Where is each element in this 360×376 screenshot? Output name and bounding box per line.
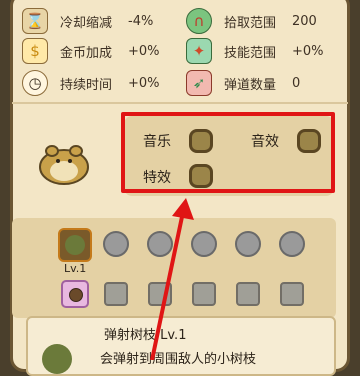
music-label: 音乐 (143, 134, 171, 150)
stat-gold: $ 金币加成 +0% (22, 38, 160, 64)
stat-value: +0% (128, 43, 160, 59)
stat-value: +0% (128, 75, 160, 91)
branch-weapon-icon (65, 235, 85, 255)
stat-label: 持续时间 (60, 77, 113, 93)
effects-label: 特效 (143, 170, 171, 186)
passive-slot-empty[interactable] (148, 282, 172, 306)
passive-slot-active[interactable] (61, 280, 89, 308)
clock-icon: ◷ (22, 70, 48, 96)
stat-label: 金币加成 (60, 45, 113, 61)
passive-slot-empty[interactable] (236, 282, 260, 306)
weapon-card: 弹射树枝 Lv.1 会弹射到周围敌人的小树枝 (26, 316, 336, 376)
stat-duration: ◷ 持续时间 +0% (22, 70, 160, 96)
divider (12, 102, 348, 104)
weapon-slot-empty[interactable] (235, 231, 261, 257)
stat-label: 弹道数量 (224, 77, 277, 93)
weapon-card-desc: 会弹射到周围敌人的小树枝 (100, 352, 257, 367)
weapon-slot-empty[interactable] (279, 231, 305, 257)
music-toggle[interactable] (189, 129, 213, 153)
stat-skill-range: ✦ 技能范围 +0% (186, 38, 324, 64)
weapon-slot-empty[interactable] (191, 231, 217, 257)
magnet-icon: ∩ (186, 8, 212, 34)
stat-value: 200 (292, 13, 317, 29)
projectile-icon: ➶ (186, 70, 212, 96)
sound-toggle[interactable] (297, 129, 321, 153)
weapon-level: Lv.1 (64, 262, 87, 275)
stat-label: 拾取范围 (224, 15, 277, 31)
passive-slot-empty[interactable] (280, 282, 304, 306)
effects-toggle[interactable] (189, 164, 213, 188)
gold-coin-icon: $ (22, 38, 48, 64)
stat-label: 冷却缩减 (60, 15, 113, 31)
weapon-slot-empty[interactable] (147, 231, 173, 257)
sound-label: 音效 (251, 134, 279, 150)
stat-cooldown: ⌛ 冷却缩减 -4% (22, 8, 153, 34)
stat-value: +0% (292, 43, 324, 59)
stat-label: 技能范围 (224, 45, 277, 61)
passive-slot-empty[interactable] (104, 282, 128, 306)
stat-projectiles: ➶ 弹道数量 0 (186, 70, 300, 96)
hamster-icon (39, 145, 89, 185)
hourglass-icon: ⌛ (22, 8, 48, 34)
stat-value: -4% (128, 13, 154, 29)
skill-range-icon: ✦ (186, 38, 212, 64)
branch-weapon-icon (42, 344, 72, 374)
weapon-slot-active[interactable] (58, 228, 92, 262)
weapon-slot-empty[interactable] (103, 231, 129, 257)
stat-value: 0 (292, 75, 301, 91)
weapon-card-title: 弹射树枝 Lv.1 (104, 328, 187, 343)
passive-item-icon (69, 288, 83, 302)
stat-pickup-range: ∩ 拾取范围 200 (186, 8, 317, 34)
passive-slot-empty[interactable] (192, 282, 216, 306)
